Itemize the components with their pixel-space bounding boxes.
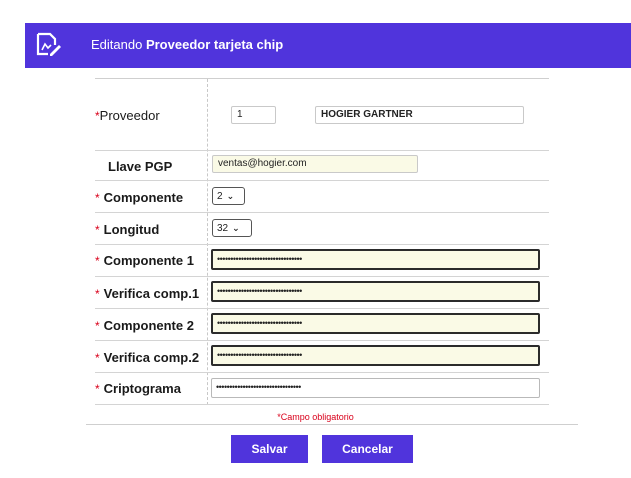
componente-2-label: * Componente 2 (95, 318, 194, 333)
row-llave-pgp: Llave PGP ventas@hogier.com (95, 151, 549, 181)
row-componente-1: * Componente 1 ••••••••••••••••••••••••••… (95, 245, 549, 277)
required-mark: * (95, 223, 100, 237)
cancel-button[interactable]: Cancelar (322, 435, 413, 463)
dialog-title: Editando Proveedor tarjeta chip (91, 37, 283, 52)
row-componente: * Componente 2 ⌄ (95, 181, 549, 213)
componente-label: * Componente (95, 190, 184, 205)
dialog-title-entity: Proveedor tarjeta chip (145, 37, 284, 52)
row-longitud: * Longitud 32 ⌄ (95, 213, 549, 245)
dialog-title-prefix: Editando (91, 37, 143, 52)
row-criptograma: * Criptograma •••••••••••••••••••••••••••… (95, 373, 549, 405)
row-verifica-2: * Verifica comp.2 •••••••••••••••••••••••… (95, 341, 549, 373)
required-mark: * (95, 351, 100, 365)
required-field-note: *Campo obligatorio (277, 412, 354, 422)
verifica-1-password-field[interactable]: •••••••••••••••••••••••••••••••• (211, 281, 540, 302)
chevron-down-icon: ⌄ (232, 222, 240, 233)
proveedor-name-field[interactable]: HOGIER GARTNER (315, 106, 524, 124)
row-verifica-1: * Verifica comp.1 •••••••••••••••••••••••… (95, 277, 549, 309)
dialog-header: Editando Proveedor tarjeta chip (25, 23, 631, 68)
componente-1-password-field[interactable]: •••••••••••••••••••••••••••••••• (211, 249, 540, 270)
row-componente-2: * Componente 2 ••••••••••••••••••••••••••… (95, 309, 549, 341)
row-proveedor: *Proveedor 1 HOGIER GARTNER (95, 79, 549, 151)
required-mark: * (95, 287, 100, 301)
proveedor-code-field[interactable]: 1 (231, 106, 276, 124)
verifica-2-password-field[interactable]: •••••••••••••••••••••••••••••••• (211, 345, 540, 366)
form-bottom-divider (86, 424, 578, 425)
required-mark: * (95, 191, 100, 205)
componente-1-label: * Componente 1 (95, 253, 194, 268)
verifica-1-label: * Verifica comp.1 (95, 286, 200, 301)
componente-select[interactable]: 2 ⌄ (212, 187, 245, 205)
llave-pgp-field[interactable]: ventas@hogier.com (212, 155, 418, 173)
componente-2-password-field[interactable]: •••••••••••••••••••••••••••••••• (211, 313, 540, 334)
longitud-select[interactable]: 32 ⌄ (212, 219, 252, 237)
required-mark: * (95, 319, 100, 333)
llave-pgp-label: Llave PGP (108, 159, 173, 174)
proveedor-label: *Proveedor (95, 108, 160, 123)
required-mark: * (95, 382, 100, 396)
save-button[interactable]: Salvar (231, 435, 308, 463)
criptograma-label: * Criptograma (95, 381, 181, 396)
longitud-label: * Longitud (95, 222, 160, 237)
verifica-2-label: * Verifica comp.2 (95, 350, 200, 365)
edit-document-icon (36, 32, 61, 56)
required-mark: * (95, 254, 100, 268)
criptograma-field[interactable]: •••••••••••••••••••••••••••••••• (211, 378, 540, 398)
chevron-down-icon: ⌄ (226, 190, 235, 201)
